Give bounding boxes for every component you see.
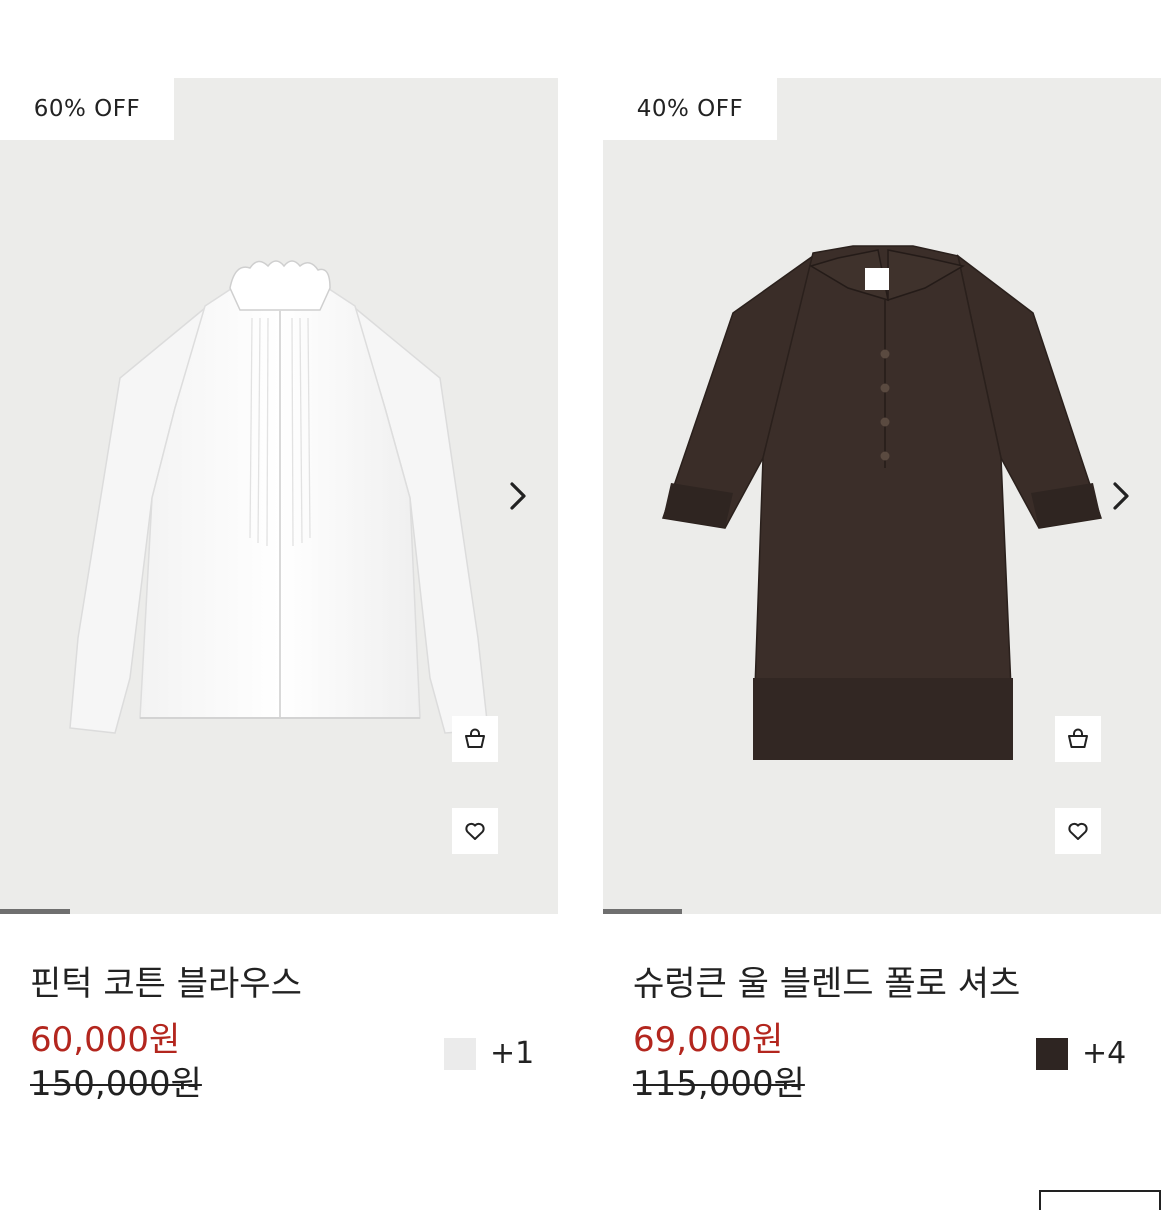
product-name[interactable]: 핀턱 코튼 블라우스: [30, 956, 302, 1005]
product-image-area[interactable]: 40% OFF: [603, 78, 1161, 914]
chevron-right-icon[interactable]: [502, 478, 532, 514]
product-info: 핀턱 코튼 블라우스 60,000원 150,000원 +1: [0, 914, 558, 1114]
color-swatch[interactable]: [1036, 1037, 1068, 1070]
color-swatches[interactable]: +1: [444, 1036, 534, 1071]
add-to-bag-button[interactable]: [452, 716, 498, 762]
original-price: 115,000원: [633, 1064, 805, 1104]
more-colors-count: +4: [1082, 1036, 1127, 1071]
brown-polo-shirt-image[interactable]: [603, 78, 1161, 914]
partial-next-item[interactable]: [1039, 1190, 1161, 1210]
shopping-bag-icon: [465, 728, 485, 748]
sale-price: 69,000원: [633, 1020, 784, 1060]
product-card-1[interactable]: 60% OFF 핀턱 코튼 블라우스 60,000원 150,000원 +1: [0, 78, 558, 1114]
chevron-right-icon[interactable]: [1105, 478, 1135, 514]
wishlist-button[interactable]: [452, 808, 498, 854]
discount-badge: 40% OFF: [603, 78, 777, 140]
original-price: 150,000원: [30, 1064, 202, 1104]
color-swatch[interactable]: [444, 1037, 476, 1070]
product-card-2[interactable]: 40% OFF 슈렁큰 울 블렌드 폴로 셔츠 69,000원 115,000원…: [603, 78, 1161, 1114]
product-name[interactable]: 슈렁큰 울 블렌드 폴로 셔츠: [633, 956, 1020, 1005]
shopping-bag-icon: [1068, 728, 1088, 748]
white-blouse-image[interactable]: [0, 78, 558, 914]
wishlist-button[interactable]: [1055, 808, 1101, 854]
sale-price: 60,000원: [30, 1020, 181, 1060]
heart-icon: [1068, 822, 1088, 840]
add-to-bag-button[interactable]: [1055, 716, 1101, 762]
heart-icon: [465, 822, 485, 840]
discount-badge: 60% OFF: [0, 78, 174, 140]
color-swatches[interactable]: +4: [1036, 1036, 1126, 1071]
product-image-area[interactable]: 60% OFF: [0, 78, 558, 914]
product-info: 슈렁큰 울 블렌드 폴로 셔츠 69,000원 115,000원 +4: [603, 914, 1161, 1114]
more-colors-count: +1: [490, 1036, 535, 1071]
